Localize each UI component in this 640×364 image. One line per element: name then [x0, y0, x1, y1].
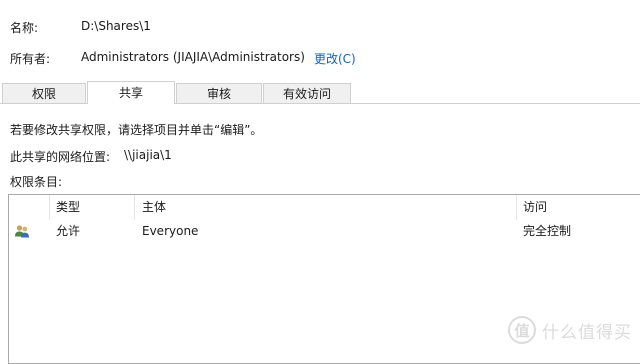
watermark-text: 什么值得买	[542, 322, 632, 343]
row-principal[interactable]: Everyone	[142, 221, 198, 241]
name-label: 名称:	[10, 21, 39, 35]
tab-permissions[interactable]: 权限	[2, 83, 86, 103]
permission-entries-label: 权限条目:	[10, 175, 63, 189]
column-header-principal[interactable]: 主体	[142, 195, 166, 220]
owner-value: Administrators (JIAJIA\Administrators)	[81, 50, 305, 64]
name-value: D:\Shares\1	[81, 19, 151, 33]
row-access[interactable]: 完全控制	[523, 221, 571, 241]
row-type[interactable]: 允许	[56, 221, 80, 241]
tab-sharing[interactable]: 共享	[87, 81, 175, 104]
owner-label: 所有者:	[10, 52, 51, 66]
instruction-text: 若要修改共享权限，请选择项目并单击“编辑”。	[10, 123, 263, 137]
column-header-type[interactable]: 类型	[56, 195, 80, 220]
column-header-access[interactable]: 访问	[523, 195, 547, 220]
column-separator[interactable]	[516, 195, 517, 220]
tab-auditing[interactable]: 审核	[176, 83, 262, 103]
column-separator[interactable]	[134, 195, 135, 220]
network-location-label: 此共享的网络位置:	[10, 150, 111, 164]
users-icon	[15, 225, 29, 238]
network-location-value: \\jiajia\1	[124, 148, 172, 162]
column-separator[interactable]	[49, 195, 50, 220]
watermark-logo: 值 什么值得买	[508, 315, 632, 345]
change-owner-link[interactable]: 更改(C)	[314, 50, 356, 67]
tab-strip: 权限 共享 审核 有效访问	[0, 81, 640, 104]
tab-effective-access[interactable]: 有效访问	[263, 83, 351, 103]
watermark-symbol-icon: 值	[508, 316, 536, 344]
